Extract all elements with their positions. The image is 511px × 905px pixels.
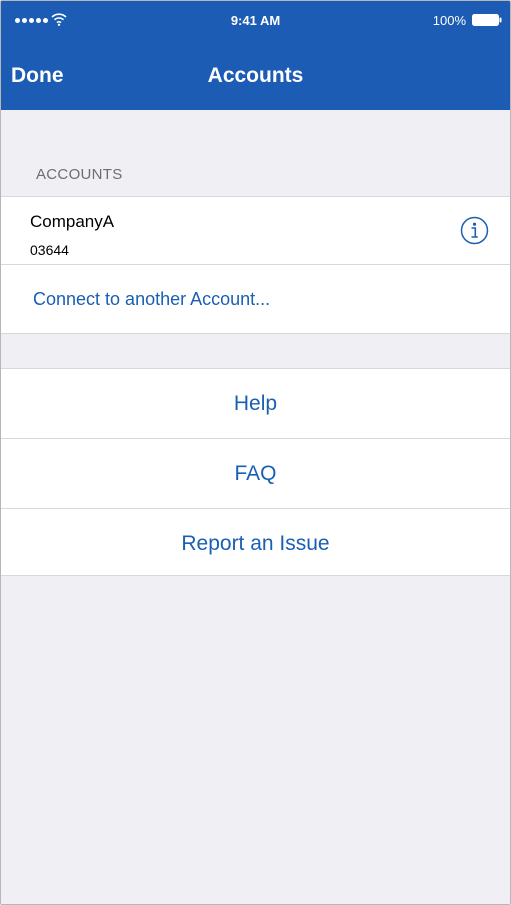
section-header-label: ACCOUNTS: [36, 166, 123, 183]
nav-bar: Done Accounts: [1, 41, 510, 110]
accounts-group: CompanyA 03644 Connect to another Accoun…: [1, 197, 510, 334]
faq-button[interactable]: FAQ: [1, 438, 510, 508]
done-button[interactable]: Done: [11, 64, 64, 88]
battery-icon: [472, 14, 502, 26]
status-bar: 9:41 AM 100%: [1, 1, 510, 41]
report-issue-button[interactable]: Report an Issue: [1, 508, 510, 578]
info-icon[interactable]: [460, 216, 489, 245]
accounts-screen: 9:41 AM 100% Done Accounts ACCOUNTS Comp…: [0, 0, 511, 905]
connect-account-button[interactable]: Connect to another Account...: [1, 265, 510, 334]
support-links-group: Help FAQ Report an Issue: [1, 368, 510, 576]
help-button[interactable]: Help: [1, 369, 510, 438]
accounts-section-header: ACCOUNTS: [1, 110, 510, 197]
account-name: CompanyA: [30, 212, 115, 231]
account-number: 03644: [30, 242, 69, 258]
account-row[interactable]: CompanyA 03644: [1, 197, 510, 265]
navigation-header: 9:41 AM 100% Done Accounts: [1, 1, 510, 110]
connect-account-label: Connect to another Account...: [33, 289, 271, 309]
battery-percentage: 100%: [432, 13, 466, 28]
page-title: Accounts: [207, 64, 304, 87]
